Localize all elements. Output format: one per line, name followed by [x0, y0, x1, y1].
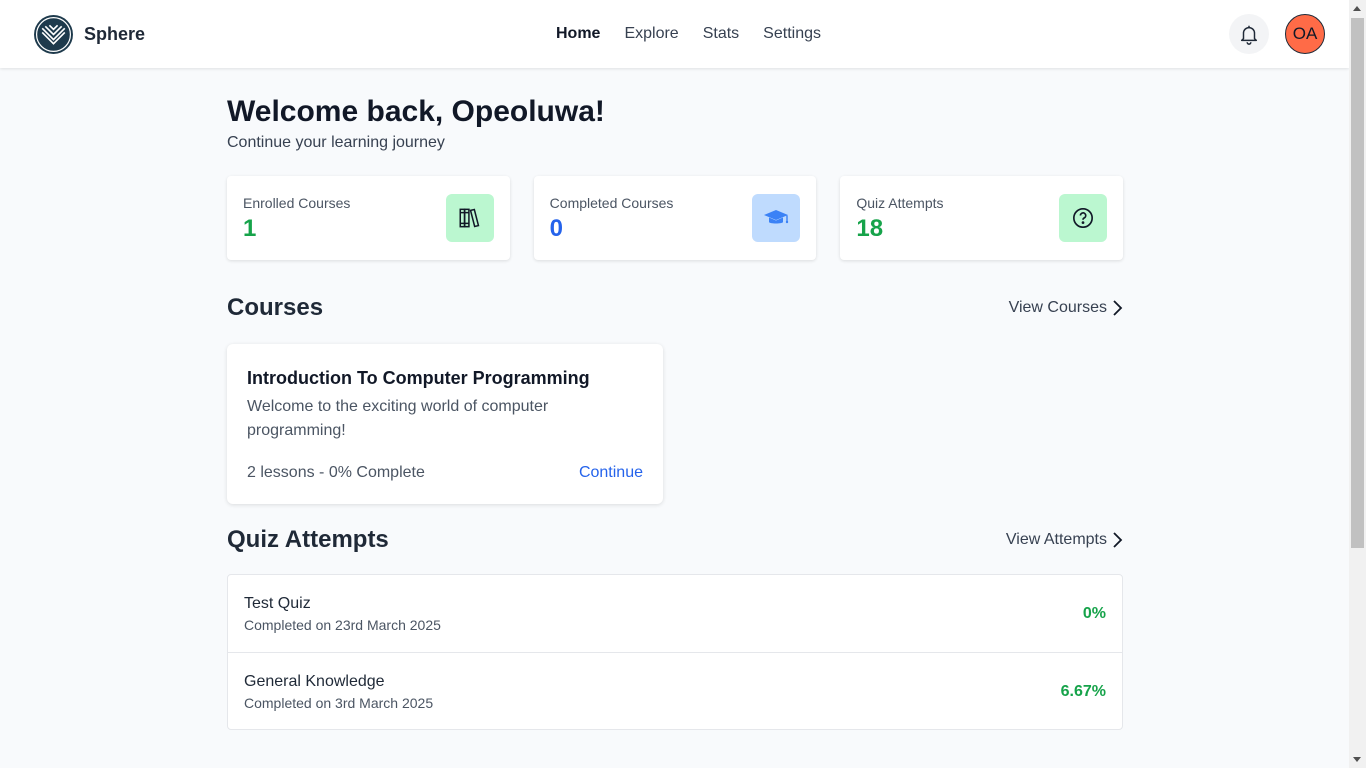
quiz-attempts-section: Quiz Attempts View Attempts Test Quiz Co…	[227, 526, 1123, 730]
notifications-button[interactable]	[1229, 14, 1269, 54]
sphere-logo-icon	[34, 15, 73, 54]
app: Sphere Home Explore Stats Settings OA We…	[0, 0, 1349, 768]
course-card[interactable]: Introduction To Computer Programming Wel…	[227, 344, 663, 504]
question-circle-icon	[1073, 208, 1094, 228]
top-nav-bar: Sphere Home Explore Stats Settings OA	[0, 0, 1349, 68]
view-courses-label: View Courses	[1008, 299, 1107, 316]
scroll-up-arrow-icon[interactable]	[1353, 6, 1361, 11]
graduation-cap-icon	[764, 210, 789, 224]
courses-title: Courses	[227, 294, 324, 321]
list-item[interactable]: Test Quiz Completed on 23rd March 2025 0…	[228, 575, 1122, 652]
brand[interactable]: Sphere	[33, 14, 145, 55]
quiz-attempts-header: Quiz Attempts View Attempts	[227, 526, 1123, 554]
welcome-subtitle: Continue your learning journey	[227, 134, 445, 151]
attempt-name: Test Quiz	[244, 595, 311, 612]
stat-icon-box	[445, 194, 494, 242]
nav-explore[interactable]: Explore	[624, 24, 678, 44]
dashboard-main: Welcome back, Opeoluwa! Continue your le…	[227, 94, 1124, 730]
scroll-thumb[interactable]	[1351, 18, 1364, 548]
main-nav: Home Explore Stats Settings	[556, 24, 845, 44]
scroll-down-arrow-icon[interactable]	[1353, 757, 1361, 762]
course-title: Introduction To Computer Programming	[247, 368, 590, 388]
stat-card-quiz-attempts: Quiz Attempts 18	[840, 176, 1124, 260]
attempt-score: 0%	[1082, 605, 1106, 622]
quiz-attempts-list: Test Quiz Completed on 23rd March 2025 0…	[227, 574, 1123, 730]
quiz-attempts-title: Quiz Attempts	[227, 526, 389, 553]
user-avatar[interactable]: OA	[1285, 14, 1325, 54]
chevron-right-icon	[1113, 300, 1123, 316]
welcome-title: Welcome back, Opeoluwa!	[227, 95, 605, 128]
continue-course-link[interactable]: Continue	[579, 464, 643, 482]
view-attempts-link[interactable]: View Attempts	[1006, 531, 1123, 549]
view-courses-link[interactable]: View Courses	[1009, 299, 1123, 317]
chevron-right-icon	[1113, 532, 1123, 548]
books-icon	[459, 208, 480, 228]
brand-name: Sphere	[84, 24, 146, 44]
bell-icon	[1240, 25, 1258, 45]
view-attempts-label: View Attempts	[1005, 531, 1107, 548]
nav-settings[interactable]: Settings	[763, 24, 821, 44]
list-item[interactable]: General Knowledge Completed on 3rd March…	[228, 652, 1122, 729]
stat-card-completed: Completed Courses 0	[533, 176, 817, 260]
course-progress-meta: 2 lessons - 0% Complete	[247, 464, 425, 481]
nav-stats[interactable]: Stats	[703, 24, 739, 44]
header-actions: OA	[1229, 14, 1325, 54]
attempt-name: General Knowledge	[244, 673, 385, 690]
course-description: Welcome to the exciting world of compute…	[247, 398, 549, 439]
stat-card-enrolled: Enrolled Courses 1	[227, 176, 510, 260]
stats-row: Enrolled Courses 1 Completed Courses 0 Q…	[227, 176, 1124, 260]
attempt-date: Completed on 3rd March 2025	[244, 695, 434, 711]
stat-icon-box	[752, 194, 801, 242]
courses-section: Courses View Courses Introduction To Com…	[227, 294, 1123, 504]
page-scrollbar[interactable]	[1349, 0, 1366, 768]
courses-header: Courses View Courses	[227, 294, 1123, 322]
attempt-score: 6.67%	[1060, 683, 1106, 700]
stat-icon-box	[1059, 194, 1108, 242]
attempt-date: Completed on 23rd March 2025	[244, 617, 441, 633]
nav-home[interactable]: Home	[556, 24, 600, 44]
